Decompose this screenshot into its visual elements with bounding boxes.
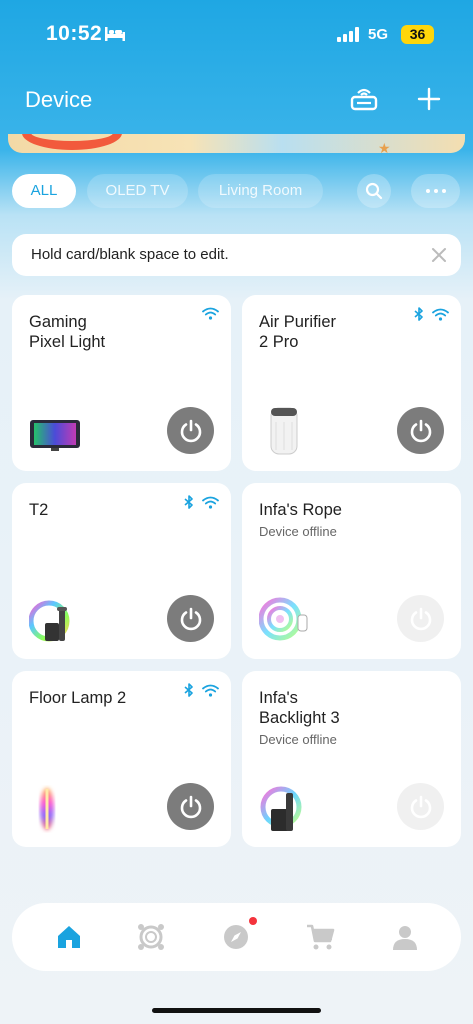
- profile-icon[interactable]: [391, 923, 419, 951]
- power-button[interactable]: [167, 595, 214, 642]
- more-icon: [425, 189, 430, 193]
- bluetooth-icon: [184, 495, 193, 509]
- signal-icon: [337, 27, 359, 42]
- discover-icon[interactable]: [222, 923, 250, 951]
- device-name: Infa's Backlight 3: [259, 689, 340, 727]
- edit-hint: Hold card/blank space to edit.: [12, 234, 461, 276]
- backlight-image: [260, 786, 302, 831]
- starfish-icon: ★: [378, 140, 391, 153]
- search-button[interactable]: [357, 174, 391, 208]
- power-button[interactable]: [397, 595, 444, 642]
- battery-indicator: 36: [401, 25, 434, 44]
- power-icon: [410, 795, 431, 818]
- status-time: 10:52: [46, 22, 103, 45]
- power-button[interactable]: [397, 783, 444, 830]
- home-indicator[interactable]: [152, 1008, 321, 1013]
- tab-all[interactable]: ALL: [12, 174, 76, 208]
- floor-lamp-image: [40, 788, 54, 830]
- hint-text: Hold card/blank space to edit.: [31, 246, 229, 263]
- more-button[interactable]: [411, 174, 460, 208]
- device-card-infas-rope[interactable]: Infa's Rope Device offline: [242, 483, 461, 659]
- device-card-infas-backlight-3[interactable]: Infa's Backlight 3 Device offline: [242, 671, 461, 847]
- device-name: Air Purifier 2 Pro: [259, 313, 337, 351]
- notification-badge: [249, 917, 257, 925]
- device-card-t2[interactable]: T2: [12, 483, 231, 659]
- power-icon: [180, 795, 201, 818]
- device-status: Device offline: [259, 732, 337, 747]
- wifi-icon: [202, 684, 219, 697]
- device-card-air-purifier[interactable]: Air Purifier 2 Pro: [242, 295, 461, 471]
- more-icon-dot: [433, 189, 438, 193]
- search-icon: [365, 182, 383, 200]
- scenes-icon[interactable]: [137, 923, 165, 951]
- power-button[interactable]: [167, 783, 214, 830]
- device-name: T2: [29, 501, 49, 519]
- add-icon[interactable]: [414, 84, 444, 114]
- bottom-nav: [12, 903, 461, 971]
- page-title: Device: [25, 87, 93, 112]
- status-bar: 10:52 5G 36: [0, 0, 473, 70]
- network-label: 5G: [368, 26, 389, 43]
- device-name: Infa's Rope: [259, 501, 342, 519]
- air-purifier-image: [270, 407, 298, 455]
- bluetooth-icon: [414, 307, 423, 321]
- wifi-icon: [202, 307, 219, 320]
- close-icon[interactable]: [431, 247, 447, 263]
- promo-banner[interactable]: ★: [8, 134, 465, 153]
- cart-icon[interactable]: [305, 923, 335, 951]
- power-button[interactable]: [167, 407, 214, 454]
- wifi-icon: [202, 496, 219, 509]
- device-name: Gaming Pixel Light: [29, 313, 106, 351]
- power-icon: [180, 607, 201, 630]
- life-ring-image: [22, 134, 122, 150]
- pixel-light-image: [30, 420, 80, 451]
- t2-device-image: [29, 600, 70, 642]
- power-button[interactable]: [397, 407, 444, 454]
- more-icon-dot: [441, 189, 446, 193]
- power-icon: [410, 419, 431, 442]
- device-card-floor-lamp-2[interactable]: Floor Lamp 2: [12, 671, 231, 847]
- rope-light-image: [259, 597, 308, 641]
- power-icon: [180, 419, 201, 442]
- bed-icon: [105, 27, 125, 41]
- tab-living-room[interactable]: Living Room: [198, 174, 323, 208]
- device-status: Device offline: [259, 524, 337, 539]
- device-card-gaming-pixel-light[interactable]: Gaming Pixel Light: [12, 295, 231, 471]
- wifi-icon: [432, 308, 449, 321]
- power-icon: [410, 607, 431, 630]
- tab-oled-tv[interactable]: OLED TV: [87, 174, 188, 208]
- bluetooth-icon: [184, 683, 193, 697]
- device-name: Floor Lamp 2: [29, 689, 127, 707]
- home-icon[interactable]: [55, 923, 83, 951]
- hub-icon[interactable]: [349, 84, 379, 112]
